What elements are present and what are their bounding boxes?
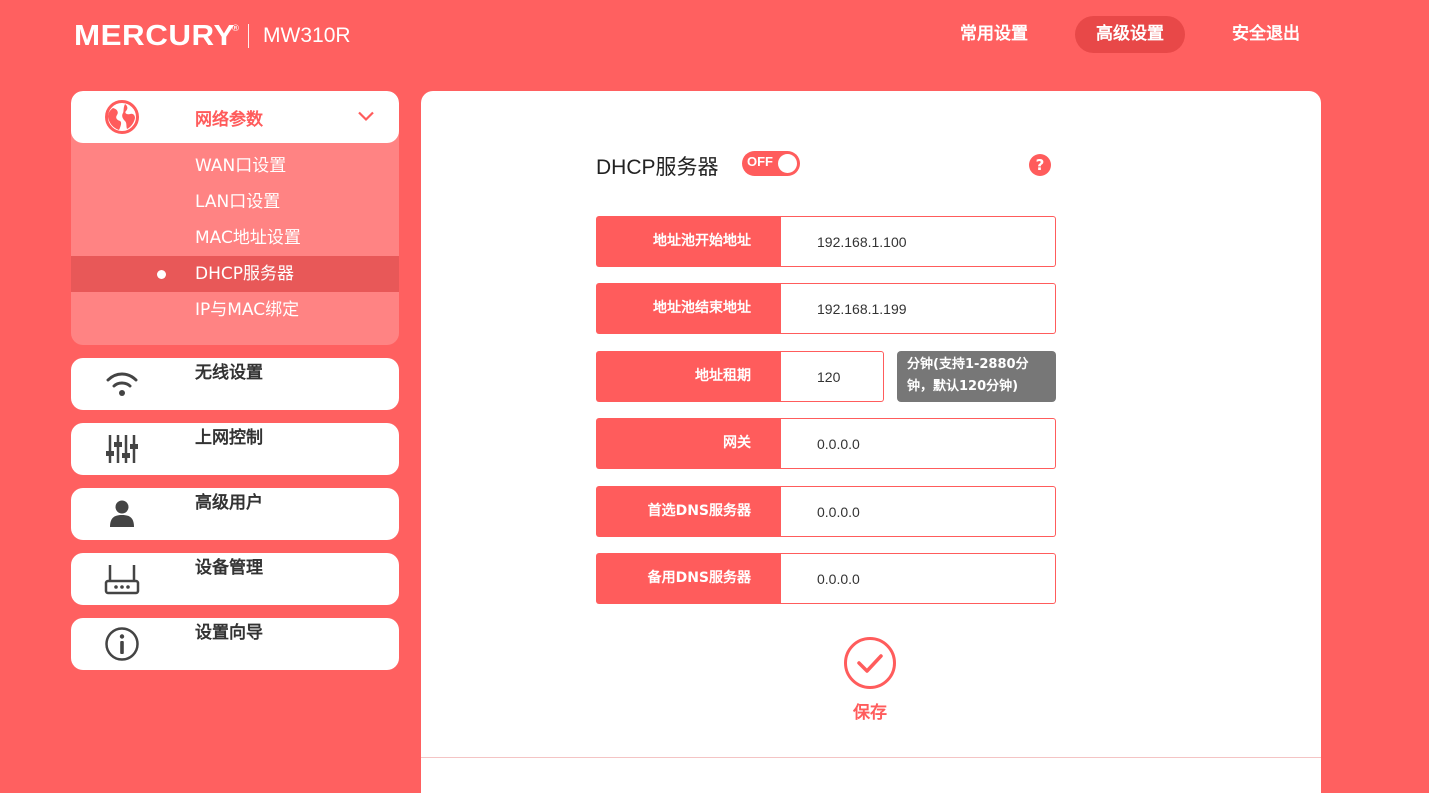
menu-network-label: 网络参数 [195, 109, 263, 130]
logo-separator [248, 24, 250, 48]
field-pool-end: 地址池结束地址 [596, 283, 1056, 334]
menu-access-control-label: 上网控制 [195, 428, 263, 448]
info-icon [103, 625, 141, 663]
sidebar-item-wan[interactable]: WAN口设置 [71, 148, 399, 184]
menu-wireless-label: 无线设置 [195, 363, 263, 383]
globe-icon [103, 98, 141, 136]
sidebar: 网络参数 WAN口设置 LAN口设置 MAC地址设置 DHCP服务器 IP与MA… [71, 91, 399, 683]
brand-name: MERCURY [74, 19, 235, 52]
pool-end-input[interactable] [781, 283, 1056, 334]
menu-setup-wizard-label: 设置向导 [195, 623, 263, 643]
main-panel: DHCP服务器 OFF ? 地址池开始地址 地址池结束地址 地址租期 分钟(支持… [421, 91, 1321, 793]
active-dot-icon [157, 270, 166, 279]
field-lease-time-label: 地址租期 [596, 351, 781, 402]
pool-start-input[interactable] [781, 216, 1056, 267]
secondary-dns-input[interactable] [781, 553, 1056, 604]
panel-divider [421, 757, 1321, 758]
toggle-knob [778, 154, 797, 173]
sidebar-item-dhcp[interactable]: DHCP服务器 [71, 256, 399, 292]
menu-network-params[interactable]: 网络参数 [71, 91, 399, 143]
sliders-icon [103, 430, 141, 468]
sidebar-item-lan[interactable]: LAN口设置 [71, 184, 399, 220]
field-primary-dns-label: 首选DNS服务器 [596, 486, 781, 537]
lease-time-tip: 分钟(支持1-2880分钟，默认120分钟) [897, 351, 1056, 402]
toggle-state-label: OFF [747, 154, 773, 169]
field-secondary-dns: 备用DNS服务器 [596, 553, 1056, 604]
dhcp-toggle[interactable]: OFF [742, 151, 800, 176]
user-icon [103, 495, 141, 533]
lease-time-input[interactable] [781, 351, 884, 402]
brand-logo: MERCURY ® MW310R [74, 18, 351, 54]
chevron-down-icon[interactable] [357, 108, 375, 127]
menu-device-management[interactable]: 设备管理 [71, 553, 399, 605]
field-pool-end-label: 地址池结束地址 [596, 283, 781, 334]
router-icon [103, 560, 141, 598]
menu-group-network: 网络参数 WAN口设置 LAN口设置 MAC地址设置 DHCP服务器 IP与MA… [71, 91, 399, 345]
wifi-icon [103, 365, 141, 403]
checkmark-icon [857, 654, 883, 673]
menu-advanced-user-label: 高级用户 [195, 493, 263, 513]
menu-wireless[interactable]: 无线设置 [71, 358, 399, 410]
nav-advanced-settings[interactable]: 高级设置 [1075, 16, 1185, 53]
menu-advanced-user[interactable]: 高级用户 [71, 488, 399, 540]
sidebar-item-ip-mac-binding[interactable]: IP与MAC绑定 [71, 292, 399, 328]
gateway-input[interactable] [781, 418, 1056, 469]
field-gateway: 网关 [596, 418, 1056, 469]
field-gateway-label: 网关 [596, 418, 781, 469]
nav-common-settings[interactable]: 常用设置 [939, 16, 1049, 53]
save-button[interactable] [844, 637, 896, 689]
field-pool-start: 地址池开始地址 [596, 216, 1056, 267]
field-pool-start-label: 地址池开始地址 [596, 216, 781, 267]
nav-logout[interactable]: 安全退出 [1211, 16, 1321, 53]
field-lease-time: 地址租期 分钟(支持1-2880分钟，默认120分钟) [596, 351, 1056, 402]
network-submenu: WAN口设置 LAN口设置 MAC地址设置 DHCP服务器 IP与MAC绑定 [71, 143, 399, 345]
menu-access-control[interactable]: 上网控制 [71, 423, 399, 475]
menu-setup-wizard[interactable]: 设置向导 [71, 618, 399, 670]
menu-device-management-label: 设备管理 [195, 558, 263, 578]
page-title: DHCP服务器 [596, 156, 719, 179]
model-name: MW310R [263, 24, 351, 47]
top-nav: 常用设置 高级设置 安全退出 [939, 16, 1321, 53]
sidebar-item-mac[interactable]: MAC地址设置 [71, 220, 399, 256]
help-icon[interactable]: ? [1029, 154, 1051, 176]
sidebar-item-dhcp-label: DHCP服务器 [195, 264, 294, 284]
save-label[interactable]: 保存 [834, 698, 906, 723]
field-primary-dns: 首选DNS服务器 [596, 486, 1056, 537]
field-secondary-dns-label: 备用DNS服务器 [596, 553, 781, 604]
primary-dns-input[interactable] [781, 486, 1056, 537]
